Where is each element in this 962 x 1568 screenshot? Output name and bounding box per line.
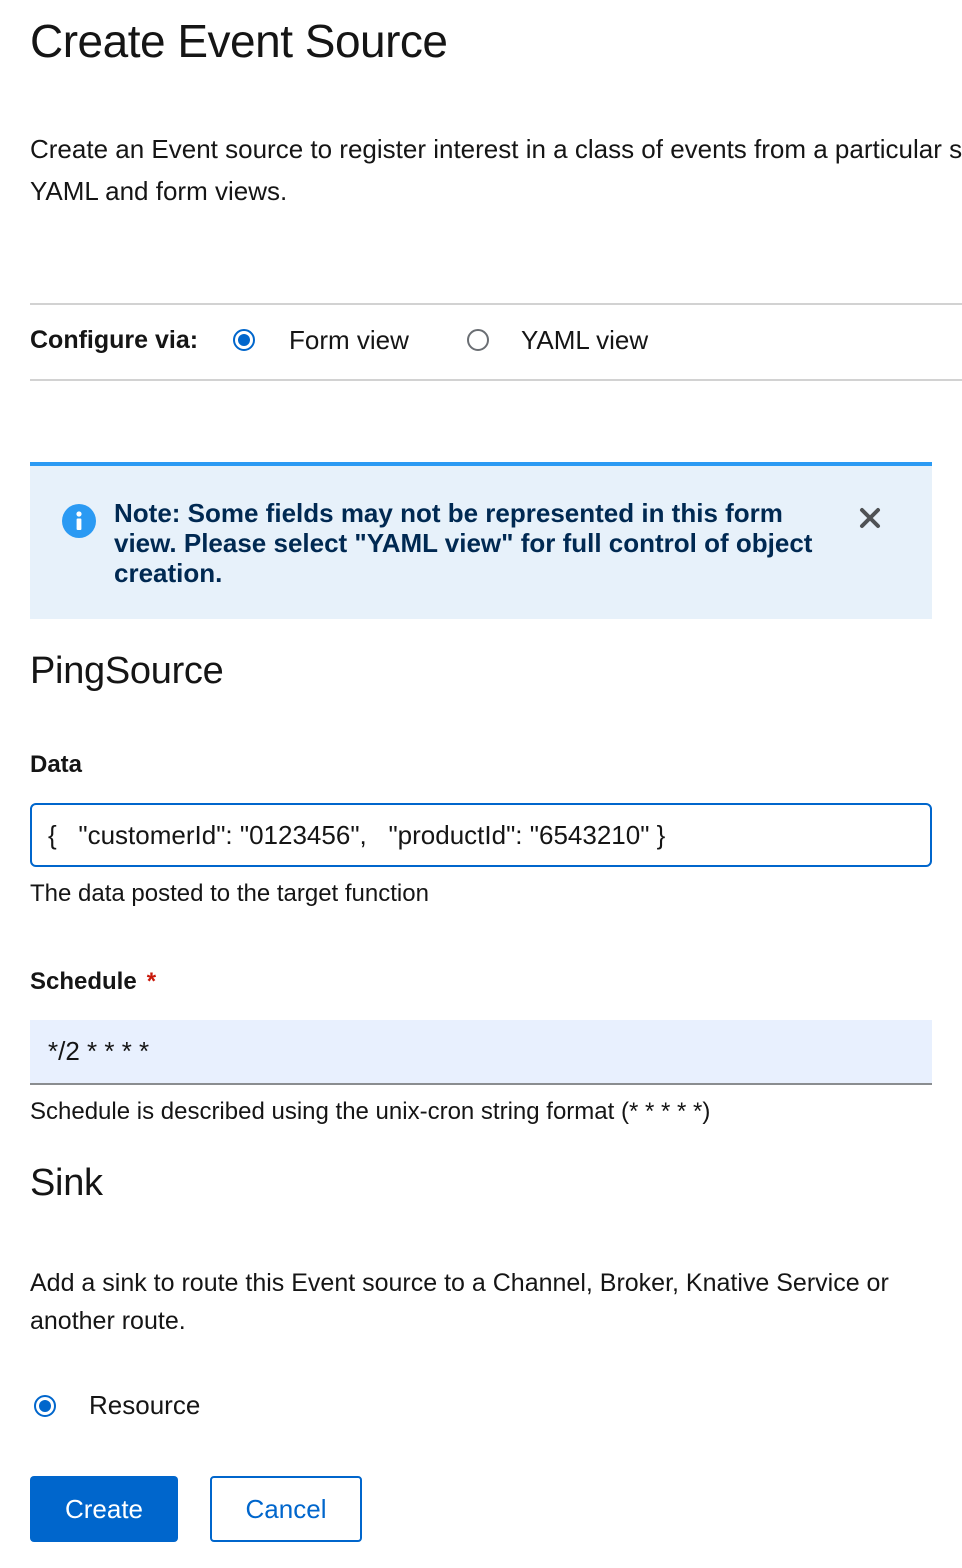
- divider-top: [30, 303, 962, 305]
- schedule-helper-text: Schedule is described using the unix-cro…: [30, 1098, 711, 1125]
- alert-message: Note: Some fields may not be represented…: [114, 498, 813, 588]
- page-description: Create an Event source to register inter…: [30, 128, 962, 212]
- schedule-input[interactable]: [30, 1020, 932, 1085]
- close-icon[interactable]: [856, 504, 884, 532]
- sink-heading: Sink: [30, 1162, 103, 1204]
- schedule-label: Schedule *: [30, 968, 156, 996]
- cancel-button[interactable]: Cancel: [210, 1476, 362, 1542]
- form-view-radio[interactable]: [233, 329, 255, 351]
- required-indicator: *: [146, 968, 157, 995]
- resource-label[interactable]: Resource: [89, 1390, 200, 1421]
- info-icon: [62, 504, 96, 538]
- create-button[interactable]: Create: [30, 1476, 178, 1542]
- divider-bottom: [30, 379, 962, 381]
- page-description-line-1: Create an Event source to register inter…: [30, 134, 962, 164]
- info-alert: Note: Some fields may not be represented…: [30, 462, 932, 619]
- sink-description: Add a sink to route this Event source to…: [30, 1269, 889, 1335]
- page-title: Create Event Source: [30, 15, 448, 67]
- data-helper-text: The data posted to the target function: [30, 880, 429, 907]
- form-view-label[interactable]: Form view: [289, 325, 409, 356]
- yaml-view-label[interactable]: YAML view: [521, 325, 648, 356]
- page-description-line-2: YAML and form views.: [30, 176, 288, 206]
- data-input[interactable]: [30, 803, 932, 867]
- configure-via-label: Configure via:: [30, 326, 199, 354]
- yaml-view-radio[interactable]: [467, 329, 489, 351]
- create-event-source-page: Create Event Source Create an Event sour…: [0, 0, 962, 1568]
- resource-radio[interactable]: [34, 1395, 56, 1417]
- data-label: Data: [30, 751, 83, 778]
- schedule-label-text: Schedule: [30, 968, 137, 995]
- pingsource-heading: PingSource: [30, 650, 224, 692]
